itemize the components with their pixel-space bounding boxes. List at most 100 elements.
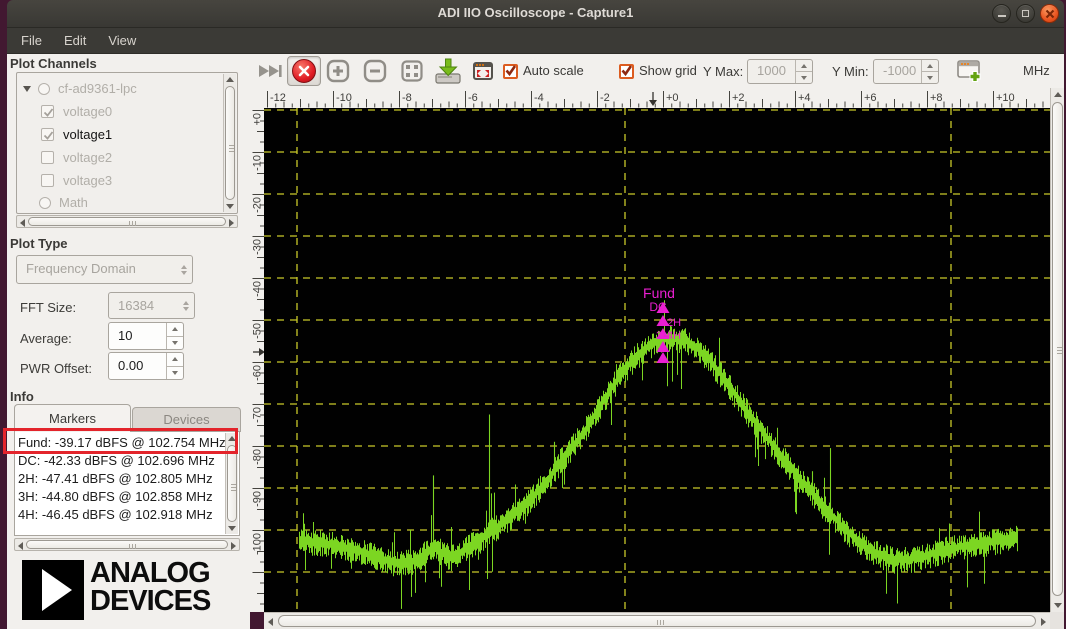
device-label: cf-ad9361-lpc (58, 81, 137, 96)
capture-button[interactable] (256, 61, 284, 81)
save-capture-button[interactable] (434, 57, 462, 85)
scroll-right-icon[interactable] (229, 219, 234, 227)
close-button[interactable] (1040, 4, 1059, 23)
voltage2-label: voltage2 (63, 150, 112, 165)
plot-vscrollbar[interactable] (1050, 88, 1064, 612)
menu-file[interactable]: File (10, 28, 53, 53)
channel-list-vscrollbar[interactable] (223, 74, 236, 212)
scrollbar-thumb[interactable] (278, 615, 1036, 627)
zoom-fit-icon (400, 59, 424, 83)
new-plot-icon (956, 58, 982, 84)
spin-up-button[interactable] (922, 60, 938, 71)
y-max-label: Y Max: (703, 64, 743, 79)
scroll-down-icon[interactable] (226, 204, 234, 209)
spin-down-button[interactable] (167, 336, 183, 350)
scrollbar-thumb[interactable] (225, 86, 235, 200)
zoom-out-button[interactable] (362, 58, 388, 84)
svg-text:2H: 2H (667, 317, 681, 329)
stop-capture-button[interactable] (287, 56, 321, 86)
plot-channels-heading: Plot Channels (10, 56, 97, 71)
channel-list-hscrollbar[interactable] (16, 215, 238, 228)
check-icon (504, 64, 517, 77)
expander-icon[interactable] (23, 86, 31, 92)
channel-row-math[interactable]: Math (39, 191, 88, 214)
check-icon (42, 106, 55, 119)
channel-row-voltage2[interactable]: voltage2 (41, 146, 112, 169)
y-min-value: -1000 (874, 60, 921, 83)
plot-type-heading: Plot Type (10, 236, 68, 251)
svg-text:+0: +0 (252, 113, 264, 126)
logo-triangle-icon (42, 569, 72, 611)
voltage2-checkbox[interactable] (41, 151, 54, 164)
spin-down-button[interactable] (922, 71, 938, 83)
scroll-right-icon[interactable] (1041, 618, 1046, 626)
spin-down-button[interactable] (796, 71, 812, 83)
zoom-in-button[interactable] (325, 58, 351, 84)
minimize-button[interactable] (992, 4, 1011, 23)
fft-size-value: 16384 (109, 293, 177, 318)
average-spinbox[interactable]: 10 (108, 322, 184, 350)
marker-row-dc[interactable]: DC: -42.33 dBFS @ 102.696 MHz (18, 453, 225, 471)
scroll-left-icon[interactable] (268, 618, 273, 626)
scrollbar-thumb[interactable] (227, 445, 237, 522)
show-grid-checkbox[interactable] (619, 64, 634, 79)
voltage3-checkbox[interactable] (41, 174, 54, 187)
fullscreen-button[interactable] (470, 58, 496, 84)
scroll-down-icon[interactable] (228, 526, 236, 531)
voltage3-label: voltage3 (63, 173, 112, 188)
y-axis-ruler: +0-10-20-30-40-50-60-70-80-90-100 (250, 108, 264, 612)
scroll-left-icon[interactable] (20, 219, 25, 227)
pwr-offset-spinbox[interactable]: 0.00 (108, 352, 184, 380)
spin-up-button[interactable] (167, 323, 183, 336)
plot-type-select[interactable]: Frequency Domain (16, 255, 193, 284)
scroll-down-icon[interactable] (1054, 603, 1062, 608)
marker-row-4h[interactable]: 4H: -46.45 dBFS @ 102.918 MHz (18, 507, 225, 525)
spin-up-button[interactable] (796, 60, 812, 71)
channel-row-voltage3[interactable]: voltage3 (41, 169, 112, 192)
scroll-up-icon[interactable] (226, 77, 234, 82)
scroll-right-icon[interactable] (231, 542, 236, 550)
svg-text:+2: +2 (732, 92, 745, 104)
voltage0-checkbox[interactable] (41, 105, 54, 118)
menu-bar: File Edit View (7, 28, 1064, 54)
math-radio[interactable] (39, 197, 51, 209)
zoom-in-icon (326, 59, 350, 83)
unit-label: MHz (1023, 63, 1050, 78)
scroll-left-icon[interactable] (18, 542, 23, 550)
menu-edit[interactable]: Edit (53, 28, 97, 53)
spin-up-button[interactable] (167, 353, 183, 366)
scrollbar-thumb[interactable] (28, 217, 226, 226)
save-icon (435, 58, 461, 84)
channel-row-voltage0[interactable]: voltage0 (41, 100, 112, 123)
zoom-fit-button[interactable] (399, 58, 425, 84)
spin-down-button[interactable] (167, 366, 183, 380)
spectrum-plot-canvas[interactable]: FundDC3H2H4H (264, 108, 1050, 612)
plot-type-value: Frequency Domain (17, 256, 175, 283)
svg-text:-4: -4 (534, 92, 544, 104)
title-bar: ADI IIO Oscilloscope - Capture1 (7, 0, 1064, 28)
menu-view[interactable]: View (97, 28, 147, 53)
fft-size-select[interactable]: 16384 (108, 292, 195, 319)
scroll-up-icon[interactable] (1054, 92, 1062, 97)
marker-row-3h[interactable]: 3H: -44.80 dBFS @ 102.858 MHz (18, 489, 225, 507)
device-radio[interactable] (38, 83, 50, 95)
voltage1-checkbox[interactable] (41, 128, 54, 141)
auto-scale-checkbox[interactable] (503, 64, 518, 79)
scrollbar-thumb[interactable] (26, 540, 228, 549)
device-row[interactable]: cf-ad9361-lpc (23, 77, 137, 100)
dropdown-arrows-icon (177, 293, 194, 318)
channel-row-voltage1[interactable]: voltage1 (41, 123, 112, 146)
maximize-button[interactable] (1016, 4, 1035, 23)
marker-list-hscrollbar[interactable] (14, 538, 240, 551)
average-value: 10 (109, 323, 166, 349)
scrollbar-thumb[interactable] (1052, 102, 1063, 596)
svg-text:+0: +0 (666, 92, 679, 104)
marker-row-2h[interactable]: 2H: -47.41 dBFS @ 102.805 MHz (18, 471, 225, 489)
svg-text:+6: +6 (864, 92, 877, 104)
plot-hscrollbar[interactable] (264, 612, 1050, 629)
y-min-spinbox[interactable]: -1000 (873, 59, 939, 84)
new-plot-button[interactable] (956, 58, 982, 84)
y-max-spinbox[interactable]: 1000 (747, 59, 813, 84)
pwr-offset-value: 0.00 (109, 353, 166, 379)
fullscreen-icon (471, 59, 495, 83)
